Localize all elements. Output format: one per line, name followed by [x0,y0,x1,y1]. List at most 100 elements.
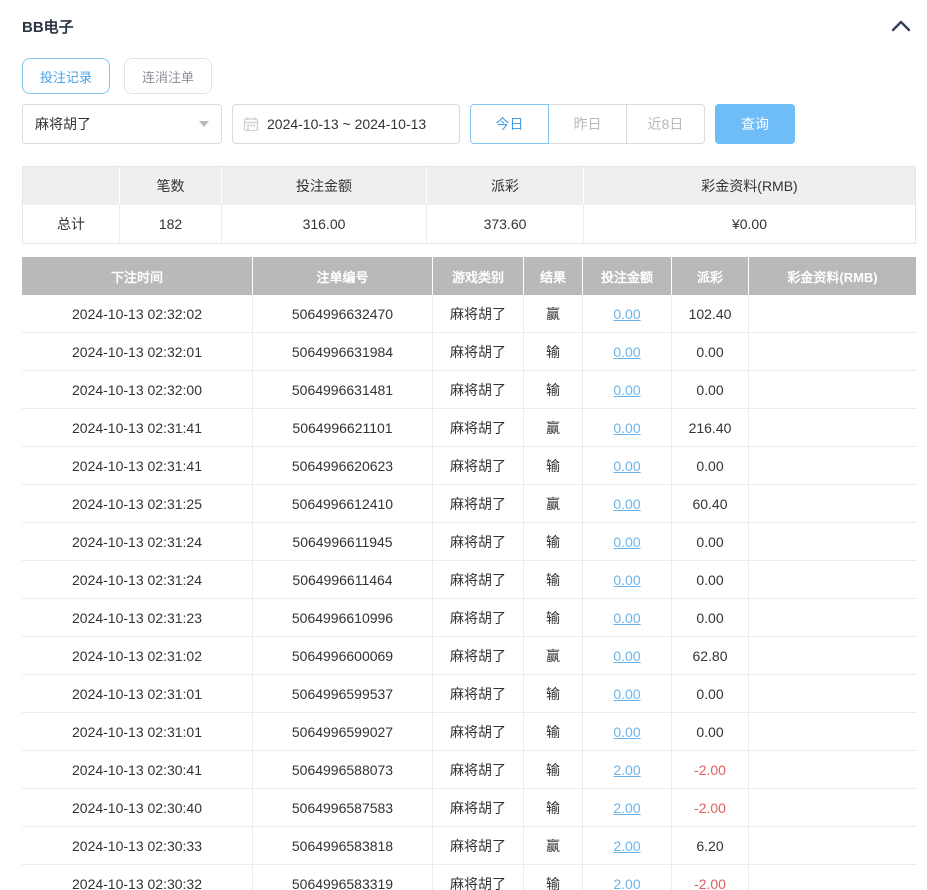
game-select-value: 麻将胡了 [35,116,91,132]
order-id: 5064996600069 [253,637,433,674]
payout: 0.00 [672,713,749,750]
payout: 60.40 [672,485,749,522]
bet-amount-link[interactable]: 2.00 [613,800,640,816]
game-type: 麻将胡了 [433,751,524,788]
bet-time: 2024-10-13 02:31:41 [22,447,253,484]
bet-amount-link[interactable]: 0.00 [613,648,640,664]
payout: 62.80 [672,637,749,674]
bonus [749,371,916,408]
bonus [749,713,916,750]
bet-amount-link[interactable]: 0.00 [613,496,640,512]
result: 输 [524,789,583,826]
tab-cancelled-orders[interactable]: 连消注单 [124,58,213,94]
game-type: 麻将胡了 [433,637,524,674]
result: 赢 [524,295,583,332]
bet-amount-link[interactable]: 0.00 [613,382,640,398]
bet-time: 2024-10-13 02:32:02 [22,295,253,332]
summary-total-label: 总计 [23,205,120,243]
bet-amount-link[interactable]: 0.00 [613,534,640,550]
bet-amount-link[interactable]: 0.00 [613,306,640,322]
result: 赢 [524,409,583,446]
table-row: 2024-10-13 02:31:24 5064996611464 麻将胡了输 0.0… [22,561,916,599]
bet-amount-cell: 2.00 [583,789,672,826]
bet-amount-link[interactable]: 0.00 [613,724,640,740]
summary-total-bonus: ¥0.00 [731,216,768,232]
result: 输 [524,865,583,890]
result: 输 [524,333,583,370]
bonus [749,333,916,370]
table-row: 2024-10-13 02:31:01 5064996599027 麻将胡了输 0.0… [22,713,916,751]
table-row: 2024-10-13 02:30:40 5064996587583 麻将胡了输 2.0… [22,789,916,827]
bet-time: 2024-10-13 02:30:33 [22,827,253,864]
collapse-button[interactable] [888,14,914,38]
bet-amount-link[interactable]: 0.00 [613,458,640,474]
payout: 0.00 [672,675,749,712]
search-button[interactable]: 查询 [715,104,795,144]
game-type: 麻将胡了 [433,371,524,408]
col-bet-amount: 投注金额 [583,257,672,295]
table-row: 2024-10-13 02:31:25 5064996612410 麻将胡了赢 0.0… [22,485,916,523]
game-type: 麻将胡了 [433,675,524,712]
result: 赢 [524,637,583,674]
bet-table-header: 下注时间 注单编号 游戏类别 结果 投注金额 派彩 彩金资料(RMB) [22,257,916,295]
game-select[interactable]: 麻将胡了 [22,104,222,144]
order-id: 5064996612410 [253,485,433,522]
result: 输 [524,561,583,598]
game-type: 麻将胡了 [433,713,524,750]
bet-amount-cell: 0.00 [583,333,672,370]
table-row: 2024-10-13 02:31:02 5064996600069 麻将胡了赢 0.0… [22,637,916,675]
table-row: 2024-10-13 02:32:01 5064996631984 麻将胡了输 0.0… [22,333,916,371]
result: 赢 [524,485,583,522]
quick-yesterday-button[interactable]: 昨日 [548,104,627,144]
col-order-id: 注单编号 [253,257,433,295]
bet-amount-link[interactable]: 0.00 [613,572,640,588]
order-id: 5064996583818 [253,827,433,864]
order-id: 5064996611464 [253,561,433,598]
bet-amount-link[interactable]: 0.00 [613,420,640,436]
result: 输 [524,523,583,560]
bet-amount-link[interactable]: 0.00 [613,344,640,360]
order-id: 5064996631984 [253,333,433,370]
payout: 0.00 [672,333,749,370]
table-row: 2024-10-13 02:31:41 5064996621101 麻将胡了赢 0.0… [22,409,916,447]
tab-bar: 投注记录 连消注单 [22,58,916,94]
tab-bet-records[interactable]: 投注记录 [22,58,111,94]
result: 输 [524,751,583,788]
bet-time: 2024-10-13 02:31:01 [22,675,253,712]
game-type: 麻将胡了 [433,409,524,446]
result: 赢 [524,827,583,864]
bet-amount-link[interactable]: 2.00 [613,762,640,778]
bet-time: 2024-10-13 02:30:40 [22,789,253,826]
col-bonus: 彩金资料(RMB) [787,269,878,285]
order-id: 5064996588073 [253,751,433,788]
result: 输 [524,675,583,712]
date-range-value: 2024-10-13 ~ 2024-10-13 [267,116,427,132]
bet-amount-cell: 0.00 [583,523,672,560]
col-bet-time: 下注时间 [22,257,253,295]
payout: -2.00 [672,751,749,788]
bonus [749,789,916,826]
bet-amount-link[interactable]: 0.00 [613,610,640,626]
bet-amount-link[interactable]: 2.00 [613,876,640,890]
bet-time: 2024-10-13 02:32:01 [22,333,253,370]
game-type: 麻将胡了 [433,789,524,826]
bet-table-body: 2024-10-13 02:32:02 5064996632470 麻将胡了赢 0.0… [22,295,916,890]
result: 输 [524,371,583,408]
col-payout: 派彩 [672,257,749,295]
quick-today-button[interactable]: 今日 [470,104,549,144]
bonus [749,523,916,560]
payout: -2.00 [672,865,749,890]
quick-last8days-button[interactable]: 近8日 [626,104,705,144]
game-type: 麻将胡了 [433,865,524,890]
bet-amount-cell: 0.00 [583,599,672,636]
payout: 102.40 [672,295,749,332]
bet-amount-cell: 2.00 [583,751,672,788]
bet-amount-link[interactable]: 0.00 [613,686,640,702]
date-range-input[interactable]: 2024-10-13 ~ 2024-10-13 [232,104,460,144]
payout: 0.00 [672,371,749,408]
bet-amount-link[interactable]: 2.00 [613,838,640,854]
game-type: 麻将胡了 [433,599,524,636]
game-type: 麻将胡了 [433,447,524,484]
bet-amount-cell: 0.00 [583,409,672,446]
bet-time: 2024-10-13 02:31:24 [22,561,253,598]
